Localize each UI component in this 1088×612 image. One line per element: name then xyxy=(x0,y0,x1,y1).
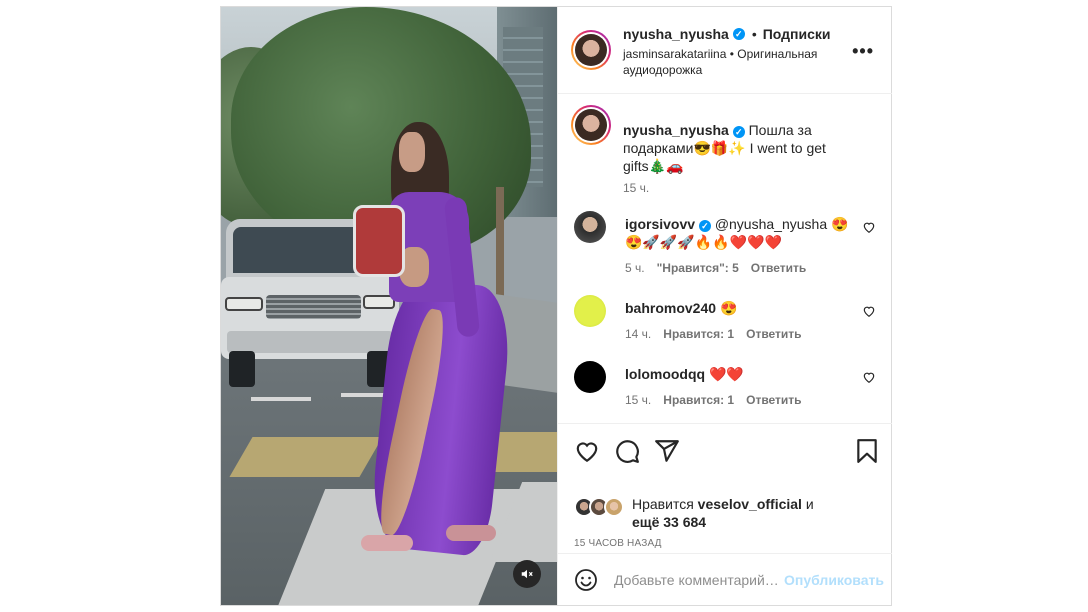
following-button[interactable]: Подписки xyxy=(763,26,831,42)
liked-by-avatars[interactable] xyxy=(574,497,628,517)
comment-time: 5 ч. xyxy=(625,261,645,275)
post-header: nyusha_nyusha ✓ • Подписки jasminsarakat… xyxy=(558,7,892,94)
verified-badge-icon: ✓ xyxy=(732,126,745,138)
save-bookmark-icon[interactable] xyxy=(854,438,880,464)
comment-time: 15 ч. xyxy=(625,393,652,407)
comment-input[interactable] xyxy=(614,569,779,591)
mute-button[interactable] xyxy=(513,560,541,588)
instagram-post: nyusha_nyusha ✓ • Подписки jasminsarakat… xyxy=(220,6,892,606)
post-sidebar: nyusha_nyusha ✓ • Подписки jasminsarakat… xyxy=(557,7,892,605)
liked-by-text[interactable]: Нравится veselov_official и ещё 33 684 xyxy=(632,495,872,531)
liked-by-user[interactable]: veselov_official xyxy=(698,496,802,512)
comment-likes[interactable]: Нравится: 1 xyxy=(663,327,734,341)
author-avatar[interactable] xyxy=(571,30,611,70)
comment-username[interactable]: bahromov240 xyxy=(625,300,716,316)
speaker-muted-icon xyxy=(521,569,533,579)
post-video[interactable] xyxy=(221,7,557,605)
publish-button[interactable]: Опубликовать xyxy=(784,572,884,588)
emoji-icon[interactable] xyxy=(574,568,598,592)
caption-username[interactable]: nyusha_nyusha xyxy=(623,122,729,138)
comment-time: 14 ч. xyxy=(625,327,652,341)
gift-box xyxy=(353,205,405,277)
share-paper-plane-icon[interactable] xyxy=(654,438,680,464)
comment-text: ❤️❤️ xyxy=(708,366,744,382)
comment-text: 😍 xyxy=(719,300,738,316)
post-actions: Нравится veselov_official и ещё 33 684 15… xyxy=(558,423,892,553)
more-options-button[interactable]: ••• xyxy=(852,41,874,62)
reply-button[interactable]: Ответить xyxy=(746,393,801,407)
like-heart-icon[interactable] xyxy=(574,438,600,464)
audio-attribution[interactable]: jasminsarakatariina • Оригинальная аудио… xyxy=(623,46,828,78)
heart-outline-icon[interactable] xyxy=(862,304,876,318)
reply-button[interactable]: Ответить xyxy=(751,261,806,275)
comment-likes[interactable]: "Нравится": 5 xyxy=(657,261,739,275)
heart-outline-icon[interactable] xyxy=(862,220,876,234)
verified-badge-icon: ✓ xyxy=(732,28,745,40)
reply-button[interactable]: Ответить xyxy=(746,327,801,341)
caption-time: 15 ч. xyxy=(623,181,650,195)
post-timestamp[interactable]: 15 ЧАСОВ НАЗАД xyxy=(574,538,662,549)
add-comment-bar: Опубликовать xyxy=(558,553,892,605)
commenter-avatar[interactable] xyxy=(574,211,606,243)
comment-bubble-icon[interactable] xyxy=(614,438,640,464)
comments-list[interactable]: nyusha_nyusha ✓ Пошла за подарками😎🎁✨ I … xyxy=(558,95,892,423)
caption-avatar[interactable] xyxy=(571,105,611,145)
author-username[interactable]: nyusha_nyusha xyxy=(623,26,729,42)
comment-likes[interactable]: Нравится: 1 xyxy=(663,393,734,407)
comment-username[interactable]: lolomoodqq xyxy=(625,366,705,382)
heart-outline-icon[interactable] xyxy=(862,370,876,384)
verified-badge-icon: ✓ xyxy=(698,220,711,232)
commenter-avatar[interactable] xyxy=(574,295,606,327)
likes-count[interactable]: ещё 33 684 xyxy=(632,514,706,530)
comment-username[interactable]: igorsivovv xyxy=(625,216,695,232)
commenter-avatar[interactable] xyxy=(574,361,606,393)
separator: • xyxy=(751,26,757,42)
